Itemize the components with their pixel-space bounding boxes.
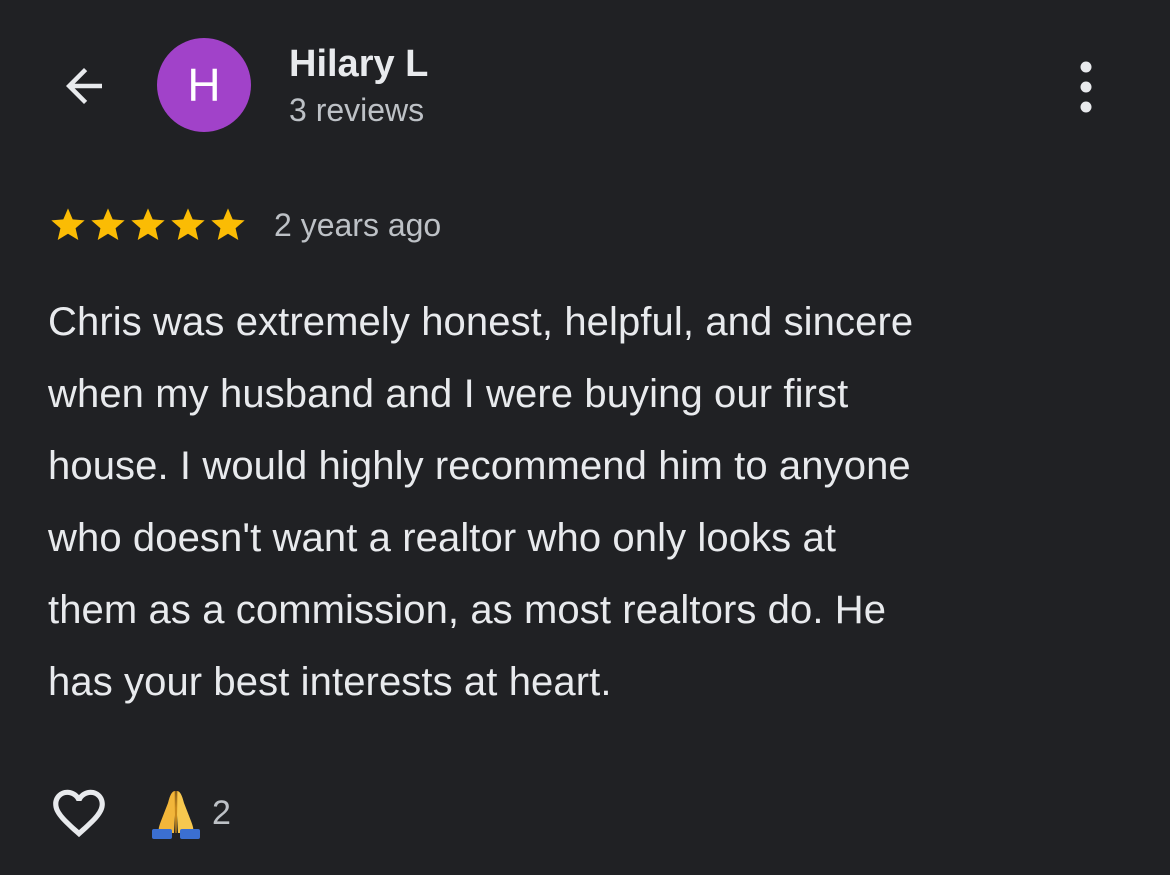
star-rating — [48, 205, 248, 245]
arrow-left-icon — [66, 68, 102, 104]
star-filled-icon — [171, 208, 205, 240]
user-review-count: 3 reviews — [289, 92, 425, 128]
back-button[interactable] — [52, 58, 116, 114]
more-vertical-icon — [1080, 61, 1092, 113]
review-actions: 2 — [46, 780, 231, 846]
star-filled-icon — [211, 208, 245, 240]
review-text: Chris was extremely honest, helpful, and… — [48, 300, 914, 704]
star-filled-icon — [131, 208, 165, 240]
reaction-button[interactable]: 2 — [148, 785, 231, 841]
star-filled-icon — [51, 208, 85, 240]
folded-hands-emoji-icon — [152, 790, 200, 839]
avatar-letter: H — [187, 59, 221, 111]
star-filled-icon — [91, 208, 125, 240]
reaction-count: 2 — [212, 794, 231, 832]
review-time: 2 years ago — [274, 207, 442, 243]
review-detail-screen: H Hilary L 3 reviews 2 years ago Chris w… — [0, 0, 1170, 875]
more-options-button[interactable] — [1060, 55, 1112, 119]
avatar[interactable]: H — [157, 38, 251, 132]
rating-row: 2 years ago — [48, 203, 441, 247]
user-info: Hilary L 3 reviews — [289, 42, 428, 132]
heart-outline-icon — [53, 789, 105, 838]
like-button[interactable] — [46, 780, 112, 846]
user-name[interactable]: Hilary L — [289, 42, 428, 86]
